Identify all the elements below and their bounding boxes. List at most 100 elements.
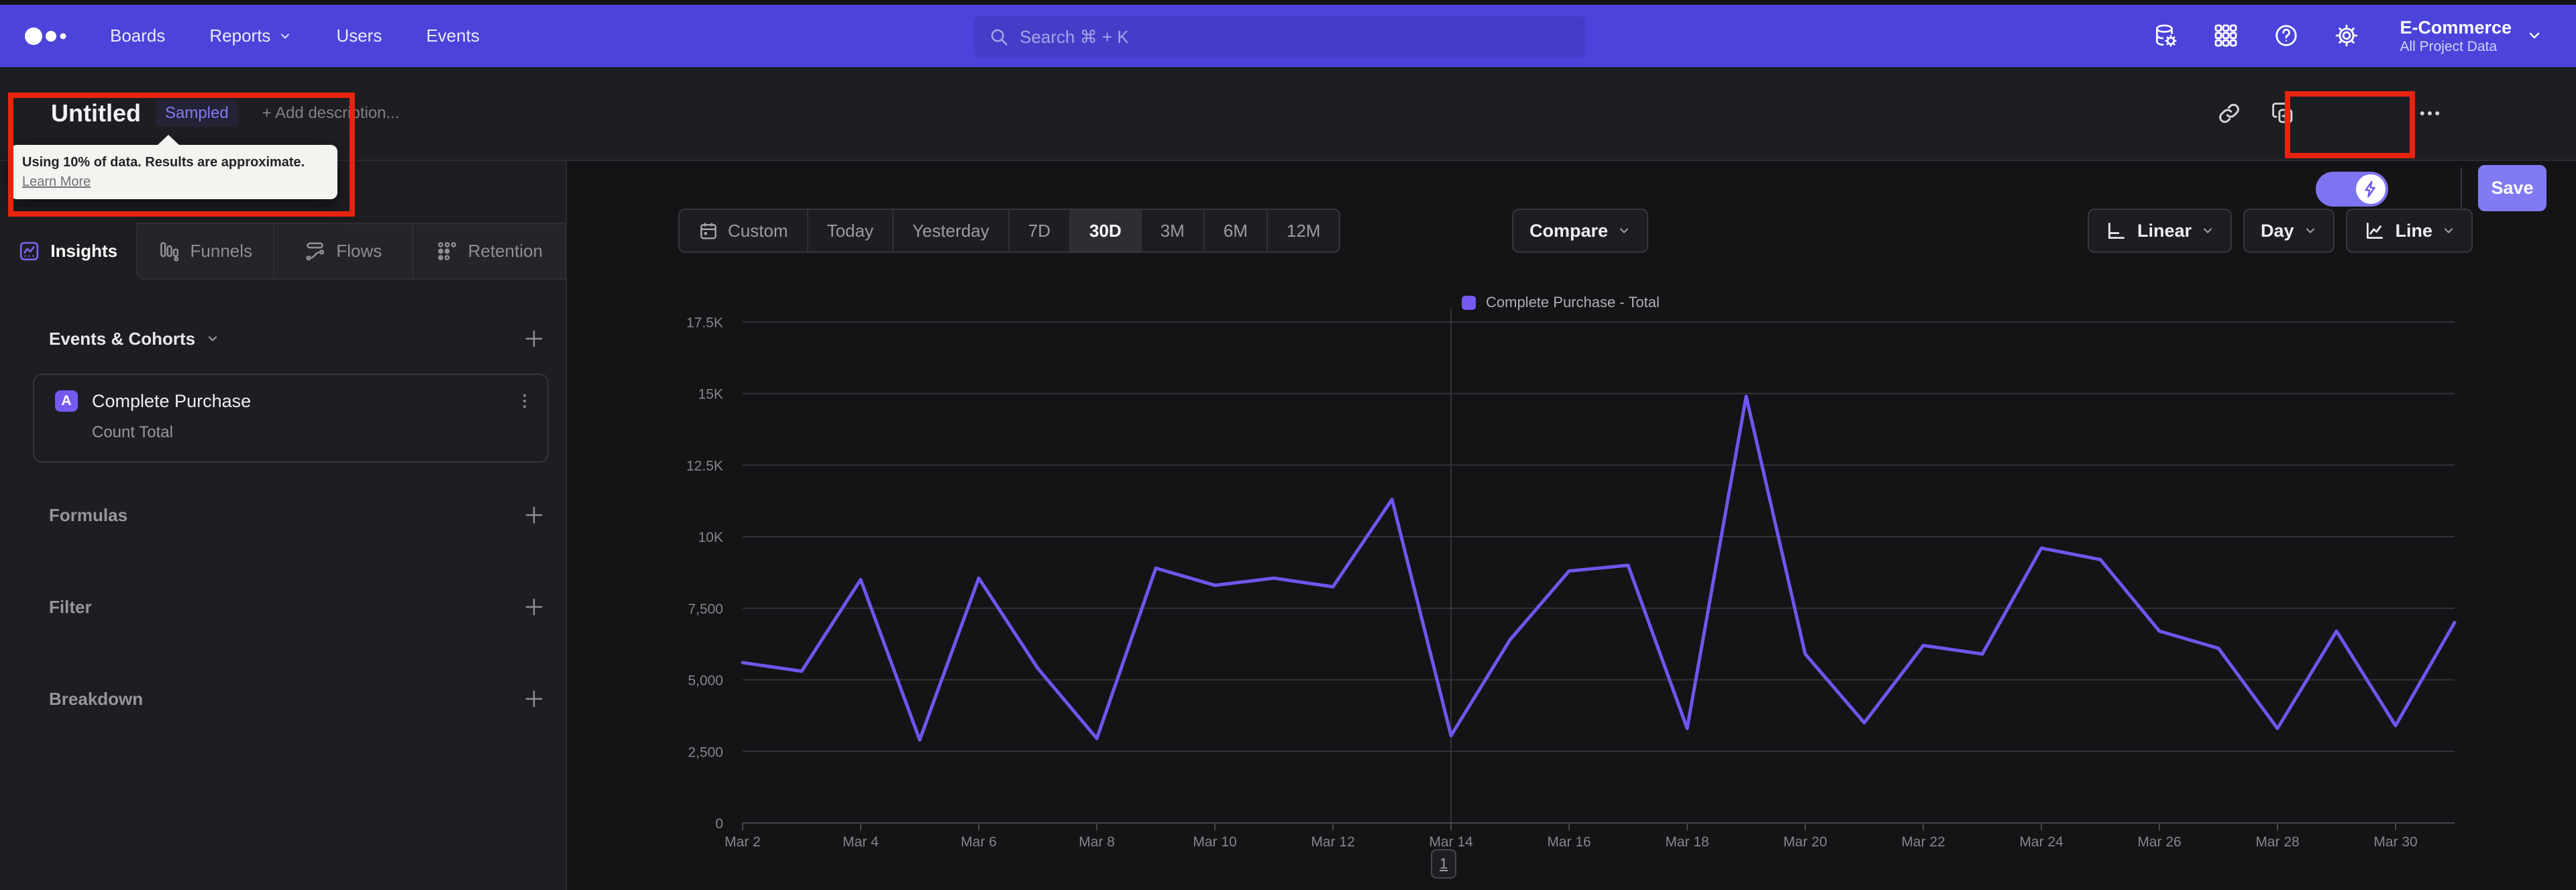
svg-text:12.5K: 12.5K <box>686 458 723 474</box>
event-card[interactable]: A Complete Purchase Count Total <box>33 374 549 463</box>
nav-item-reports[interactable]: Reports <box>209 25 292 46</box>
query-builder-sidebar: Insights Funnels Flows Retention Events … <box>0 161 567 890</box>
project-name: E-Commerce <box>2400 17 2512 38</box>
search-input[interactable]: Search ⌘ + K <box>974 16 1585 58</box>
pagination-page-1[interactable]: 1 <box>1431 849 1456 879</box>
nav-item-users[interactable]: Users <box>336 25 382 46</box>
range-label: 6M <box>1223 220 1248 241</box>
more-options-button[interactable] <box>2418 67 2442 160</box>
apps-grid-icon[interactable] <box>2213 23 2239 48</box>
ellipsis-icon <box>2420 111 2440 115</box>
mixpanel-insights-app: { "nav": { "items": ["Boards", "Reports"… <box>0 0 2576 890</box>
range-today[interactable]: Today <box>806 210 892 252</box>
save-button[interactable]: Save <box>2478 165 2546 211</box>
sampling-toggle[interactable] <box>2316 172 2388 207</box>
svg-text:Mar 20: Mar 20 <box>1783 834 1827 850</box>
tab-label: Funnels <box>190 241 253 261</box>
duplicate-button[interactable] <box>2271 67 2295 160</box>
events-cohorts-dropdown[interactable]: Events & Cohorts <box>49 329 219 349</box>
tab-insights[interactable]: Insights <box>0 223 136 280</box>
insights-icon <box>20 241 39 261</box>
svg-text:Mar 12: Mar 12 <box>1311 834 1354 850</box>
learn-more-link[interactable]: Learn More <box>22 174 91 190</box>
scale-dropdown[interactable]: Linear <box>2088 209 2233 253</box>
sampled-badge[interactable]: Sampled <box>155 100 238 127</box>
event-letter-badge: A <box>55 390 78 412</box>
retention-icon <box>437 242 456 260</box>
lightning-bolt-icon <box>2365 180 2375 198</box>
event-metric-selector[interactable]: Count Total <box>92 423 173 442</box>
window-top-strip <box>0 0 2576 5</box>
project-switcher[interactable]: E-Commerce All Project Data <box>2400 17 2542 56</box>
compare-label: Compare <box>1529 220 1609 241</box>
range-label: 30D <box>1089 220 1122 241</box>
filter-label: Filter <box>49 596 92 617</box>
event-row: A Complete Purchase <box>55 389 534 413</box>
svg-text:7,500: 7,500 <box>688 602 723 617</box>
nav-item-boards[interactable]: Boards <box>110 25 165 46</box>
granularity-label: Day <box>2261 220 2294 241</box>
range-3m[interactable]: 3M <box>1140 210 1203 252</box>
svg-text:5,000: 5,000 <box>688 673 723 689</box>
compare-button[interactable]: Compare <box>1512 209 1649 253</box>
chevron-down-icon <box>1619 228 1629 233</box>
add-breakdown-button[interactable] <box>523 687 545 710</box>
add-formula-button[interactable] <box>523 504 545 526</box>
link-icon <box>2219 103 2239 123</box>
range-label: Yesterday <box>912 220 989 241</box>
svg-text:Mar 14: Mar 14 <box>1429 834 1473 850</box>
chart-legend[interactable]: Complete Purchase - Total <box>1462 294 1660 311</box>
page-title[interactable]: Untitled <box>51 99 141 127</box>
range-6m[interactable]: 6M <box>1203 210 1267 252</box>
formulas-section: Formulas <box>0 496 566 534</box>
search-icon <box>991 29 1008 46</box>
settings-gear-icon[interactable] <box>2334 23 2359 48</box>
event-options-button[interactable] <box>515 390 534 412</box>
chevron-down-icon <box>281 33 290 39</box>
chart-type-dropdown[interactable]: Line <box>2345 209 2473 253</box>
granularity-dropdown[interactable]: Day <box>2243 209 2334 253</box>
date-range-selector: Custom Today Yesterday 7D 30D 3M 6M 12M <box>678 209 1341 253</box>
nav-item-events[interactable]: Events <box>426 25 480 46</box>
formulas-label: Formulas <box>49 504 128 525</box>
range-custom[interactable]: Custom <box>680 210 807 252</box>
project-scope: All Project Data <box>2400 39 2498 55</box>
tab-flows[interactable]: Flows <box>273 223 412 280</box>
svg-text:Mar 18: Mar 18 <box>1665 834 1709 850</box>
calendar-icon <box>700 223 716 239</box>
top-nav: Boards Reports Users Events Search ⌘ + K <box>0 5 2576 67</box>
nav-item-label: Events <box>426 25 480 46</box>
report-type-tabs: Insights Funnels Flows Retention <box>0 223 566 280</box>
help-icon[interactable] <box>2273 23 2299 48</box>
svg-text:10K: 10K <box>698 530 723 545</box>
data-management-icon[interactable] <box>2153 23 2178 48</box>
breakdown-section: Breakdown <box>0 680 566 718</box>
range-7d[interactable]: 7D <box>1008 210 1069 252</box>
range-12m[interactable]: 12M <box>1266 210 1340 252</box>
chevron-down-icon <box>2529 33 2540 39</box>
chevron-down-icon <box>2444 228 2453 233</box>
svg-text:Mar 30: Mar 30 <box>2373 834 2417 850</box>
tab-label: Flows <box>336 241 382 261</box>
sampling-toggle-knob <box>2356 174 2385 204</box>
svg-text:Mar 8: Mar 8 <box>1079 834 1115 850</box>
search-placeholder: Search ⌘ + K <box>1020 26 1129 47</box>
scale-label: Linear <box>2137 220 2192 241</box>
chevron-down-icon <box>209 336 217 341</box>
add-description-button[interactable]: + Add description... <box>262 104 400 123</box>
range-30d[interactable]: 30D <box>1069 210 1140 252</box>
report-header: Untitled Sampled + Add description... Sa… <box>0 67 2576 211</box>
add-event-button[interactable] <box>523 327 545 350</box>
tab-funnels[interactable]: Funnels <box>136 223 274 280</box>
range-yesterday[interactable]: Yesterday <box>892 210 1008 252</box>
svg-text:17.5K: 17.5K <box>686 315 723 331</box>
legend-label: Complete Purchase - Total <box>1486 294 1660 311</box>
event-name[interactable]: Complete Purchase <box>92 391 251 412</box>
copy-link-button[interactable] <box>2217 67 2241 160</box>
chevron-down-icon <box>2203 228 2212 233</box>
tab-retention[interactable]: Retention <box>411 223 566 280</box>
mixpanel-logo[interactable] <box>24 25 71 47</box>
add-filter-button[interactable] <box>523 596 545 618</box>
legend-swatch <box>1462 295 1476 310</box>
svg-text:Mar 24: Mar 24 <box>2019 834 2063 850</box>
